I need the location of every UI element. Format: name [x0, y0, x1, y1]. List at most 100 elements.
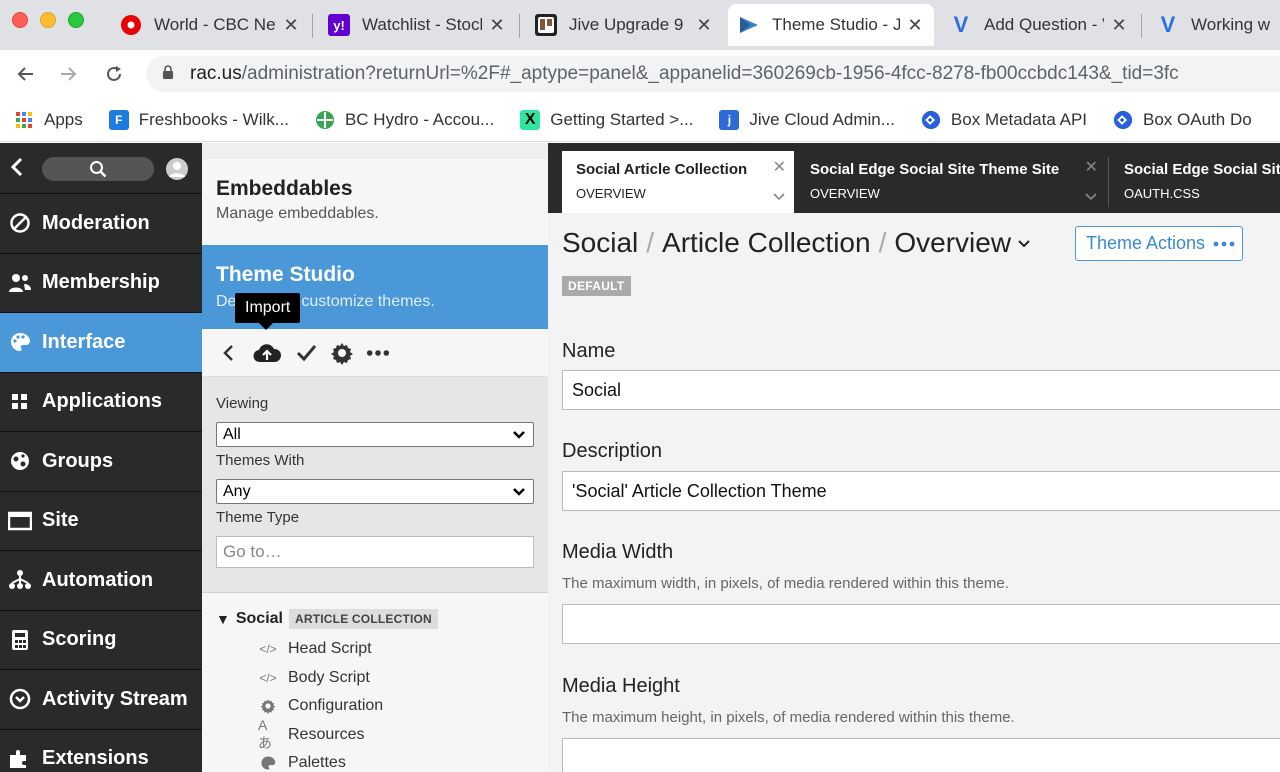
triangle-down-icon[interactable]: ▼ [216, 611, 230, 627]
admin-search-button[interactable] [42, 157, 154, 181]
themes-with-select[interactable]: Any [216, 479, 534, 504]
import-tooltip: Import [235, 293, 301, 330]
editor-tab-title: Social Edge Social Site [1124, 161, 1280, 178]
chevron-down-icon[interactable] [772, 189, 786, 203]
bookmarks-bar: Apps F Freshbooks - Wilk... BC Hydro - A… [0, 98, 1280, 142]
address-bar[interactable]: rac.us/administration?returnUrl=%2F#_apt… [146, 56, 1280, 92]
close-tab-icon[interactable]: ✕ [488, 15, 506, 36]
nav-item-label: Groups [42, 449, 114, 472]
chevron-left-icon[interactable] [10, 156, 24, 184]
close-icon[interactable]: ✕ [1085, 157, 1098, 177]
theme-studio-title: Theme Studio [216, 263, 355, 286]
media-height-field[interactable] [562, 738, 1280, 772]
close-tab-icon[interactable]: ✕ [1110, 15, 1128, 36]
browser-tab-bar: World - CBC News ✕ y! Watchlist - Stocks… [0, 0, 1280, 50]
tab-separator [519, 14, 520, 38]
description-field[interactable]: 'Social' Article Collection Theme [562, 471, 1280, 511]
name-field[interactable]: Social [562, 370, 1280, 410]
goto-input[interactable]: Go to… [216, 536, 534, 568]
palette-icon [258, 755, 278, 771]
nav-item-site[interactable]: Site [0, 490, 202, 551]
nav-item-interface[interactable]: Interface [0, 312, 202, 372]
chevron-down-icon[interactable] [1084, 189, 1098, 203]
close-tab-icon[interactable]: ✕ [282, 15, 300, 36]
puzzle-icon [8, 747, 32, 771]
bookmark-box-metadata[interactable]: Box Metadata API [921, 110, 1087, 130]
theme-studio-section[interactable]: Theme Studio Design and customize themes… [202, 245, 548, 330]
embeddables-subtitle: Manage embeddables. [216, 205, 379, 222]
tree-root-social[interactable]: ▼ Social ARTICLE COLLECTION [216, 609, 534, 629]
checkmark-icon[interactable] [294, 341, 318, 365]
forward-arrow-icon[interactable] [52, 58, 84, 90]
bookmark-label: Jive Cloud Admin... [749, 109, 895, 129]
bookmark-freshbooks[interactable]: F Freshbooks - Wilk... [108, 109, 289, 130]
media-width-field[interactable] [562, 604, 1280, 644]
chevron-down-icon [513, 431, 525, 439]
bookmark-apps[interactable]: Apps [14, 110, 83, 130]
nav-item-automation[interactable]: Automation [0, 550, 202, 610]
bookmark-jive-cloud-admin[interactable]: j Jive Cloud Admin... [719, 109, 895, 130]
cloud-upload-icon[interactable] [252, 341, 282, 365]
minimize-window-button[interactable] [40, 12, 56, 28]
yahoo-icon: y! [328, 14, 350, 36]
breadcrumb-overview[interactable]: Overview [894, 227, 1011, 259]
browser-tab-theme-studio[interactable]: Theme Studio - Jive ✕ [728, 4, 934, 46]
browser-tab-trello[interactable]: Jive Upgrade 9 ✕ [525, 4, 723, 46]
nav-item-label: Site [42, 509, 79, 532]
nav-item-applications[interactable]: Applications [0, 371, 202, 432]
browser-tab-title: Watchlist - Stocks [362, 15, 482, 34]
breadcrumb-social[interactable]: Social [562, 227, 638, 259]
chevron-down-icon[interactable] [1017, 236, 1031, 250]
close-window-button[interactable] [12, 12, 28, 28]
editor-tab-edge-site-theme[interactable]: Social Edge Social Site Theme Site OVERV… [796, 151, 1106, 213]
users-icon [8, 271, 32, 295]
theme-toolbar [202, 329, 548, 377]
embeddables-title: Embeddables [216, 177, 353, 200]
browser-tab-working-with[interactable]: V Working with [1147, 4, 1280, 46]
tree-item-label: Resources [288, 725, 365, 743]
nav-item-moderation[interactable]: Moderation [0, 193, 202, 253]
editor-tab-article-collection[interactable]: Social Article Collection OVERVIEW ✕ [562, 151, 794, 213]
tree-item-head-script[interactable]: </> Head Script [216, 635, 534, 664]
box-icon [1113, 110, 1133, 130]
browser-tab-title: World - CBC News [154, 15, 276, 34]
close-tab-icon[interactable]: ✕ [906, 15, 924, 36]
viewing-select[interactable]: All [216, 422, 534, 447]
v-icon: V [1160, 12, 1176, 37]
embeddables-section[interactable]: Embeddables Manage embeddables. [202, 143, 548, 245]
tree-item-resources[interactable]: Aあ Resources [216, 717, 534, 751]
nav-item-groups[interactable]: Groups [0, 431, 202, 491]
browser-tab-cbc[interactable]: World - CBC News ✕ [110, 4, 310, 46]
bookmark-box-oauth[interactable]: Box OAuth Do [1113, 110, 1252, 130]
bookmark-label: Freshbooks - Wilk... [138, 109, 289, 129]
breadcrumb-article-collection[interactable]: Article Collection [662, 227, 871, 259]
avatar[interactable] [166, 158, 188, 180]
chevron-left-icon[interactable] [216, 341, 240, 365]
theme-actions-button[interactable]: Theme Actions [1075, 226, 1243, 261]
search-icon [90, 161, 107, 178]
maximize-window-button[interactable] [68, 12, 84, 28]
nav-item-scoring[interactable]: Scoring [0, 609, 202, 670]
calculator-icon [8, 628, 32, 652]
theme-actions-label: Theme Actions [1086, 233, 1206, 253]
browser-tab-yahoo[interactable]: y! Watchlist - Stocks ✕ [318, 4, 516, 46]
browser-tab-title: Jive Upgrade 9 [569, 15, 684, 34]
close-icon[interactable]: ✕ [773, 157, 786, 177]
editor-tab-oauth-css[interactable]: Social Edge Social Site OAUTH.CSS [1110, 151, 1280, 213]
nav-item-activity-stream[interactable]: Activity Stream [0, 669, 202, 729]
bookmark-getting-started[interactable]: X Getting Started >... [520, 109, 693, 130]
bookmark-bc-hydro[interactable]: BC Hydro - Accou... [315, 110, 494, 130]
reload-icon[interactable] [98, 58, 130, 90]
nav-item-membership[interactable]: Membership [0, 252, 202, 313]
back-arrow-icon[interactable] [10, 58, 42, 90]
close-tab-icon[interactable]: ✕ [695, 15, 713, 36]
nav-item-label: Membership [42, 271, 160, 294]
nav-item-extensions[interactable]: Extensions [0, 728, 202, 772]
more-icon[interactable] [366, 341, 390, 365]
globe-icon [8, 449, 32, 473]
chevron-down-icon [513, 488, 525, 496]
browser-tab-add-question[interactable]: V Add Question - V ✕ [940, 4, 1138, 46]
gear-icon[interactable] [330, 341, 354, 365]
viewing-value: All [223, 425, 241, 443]
tree-item-body-script[interactable]: </> Body Script [216, 664, 534, 693]
